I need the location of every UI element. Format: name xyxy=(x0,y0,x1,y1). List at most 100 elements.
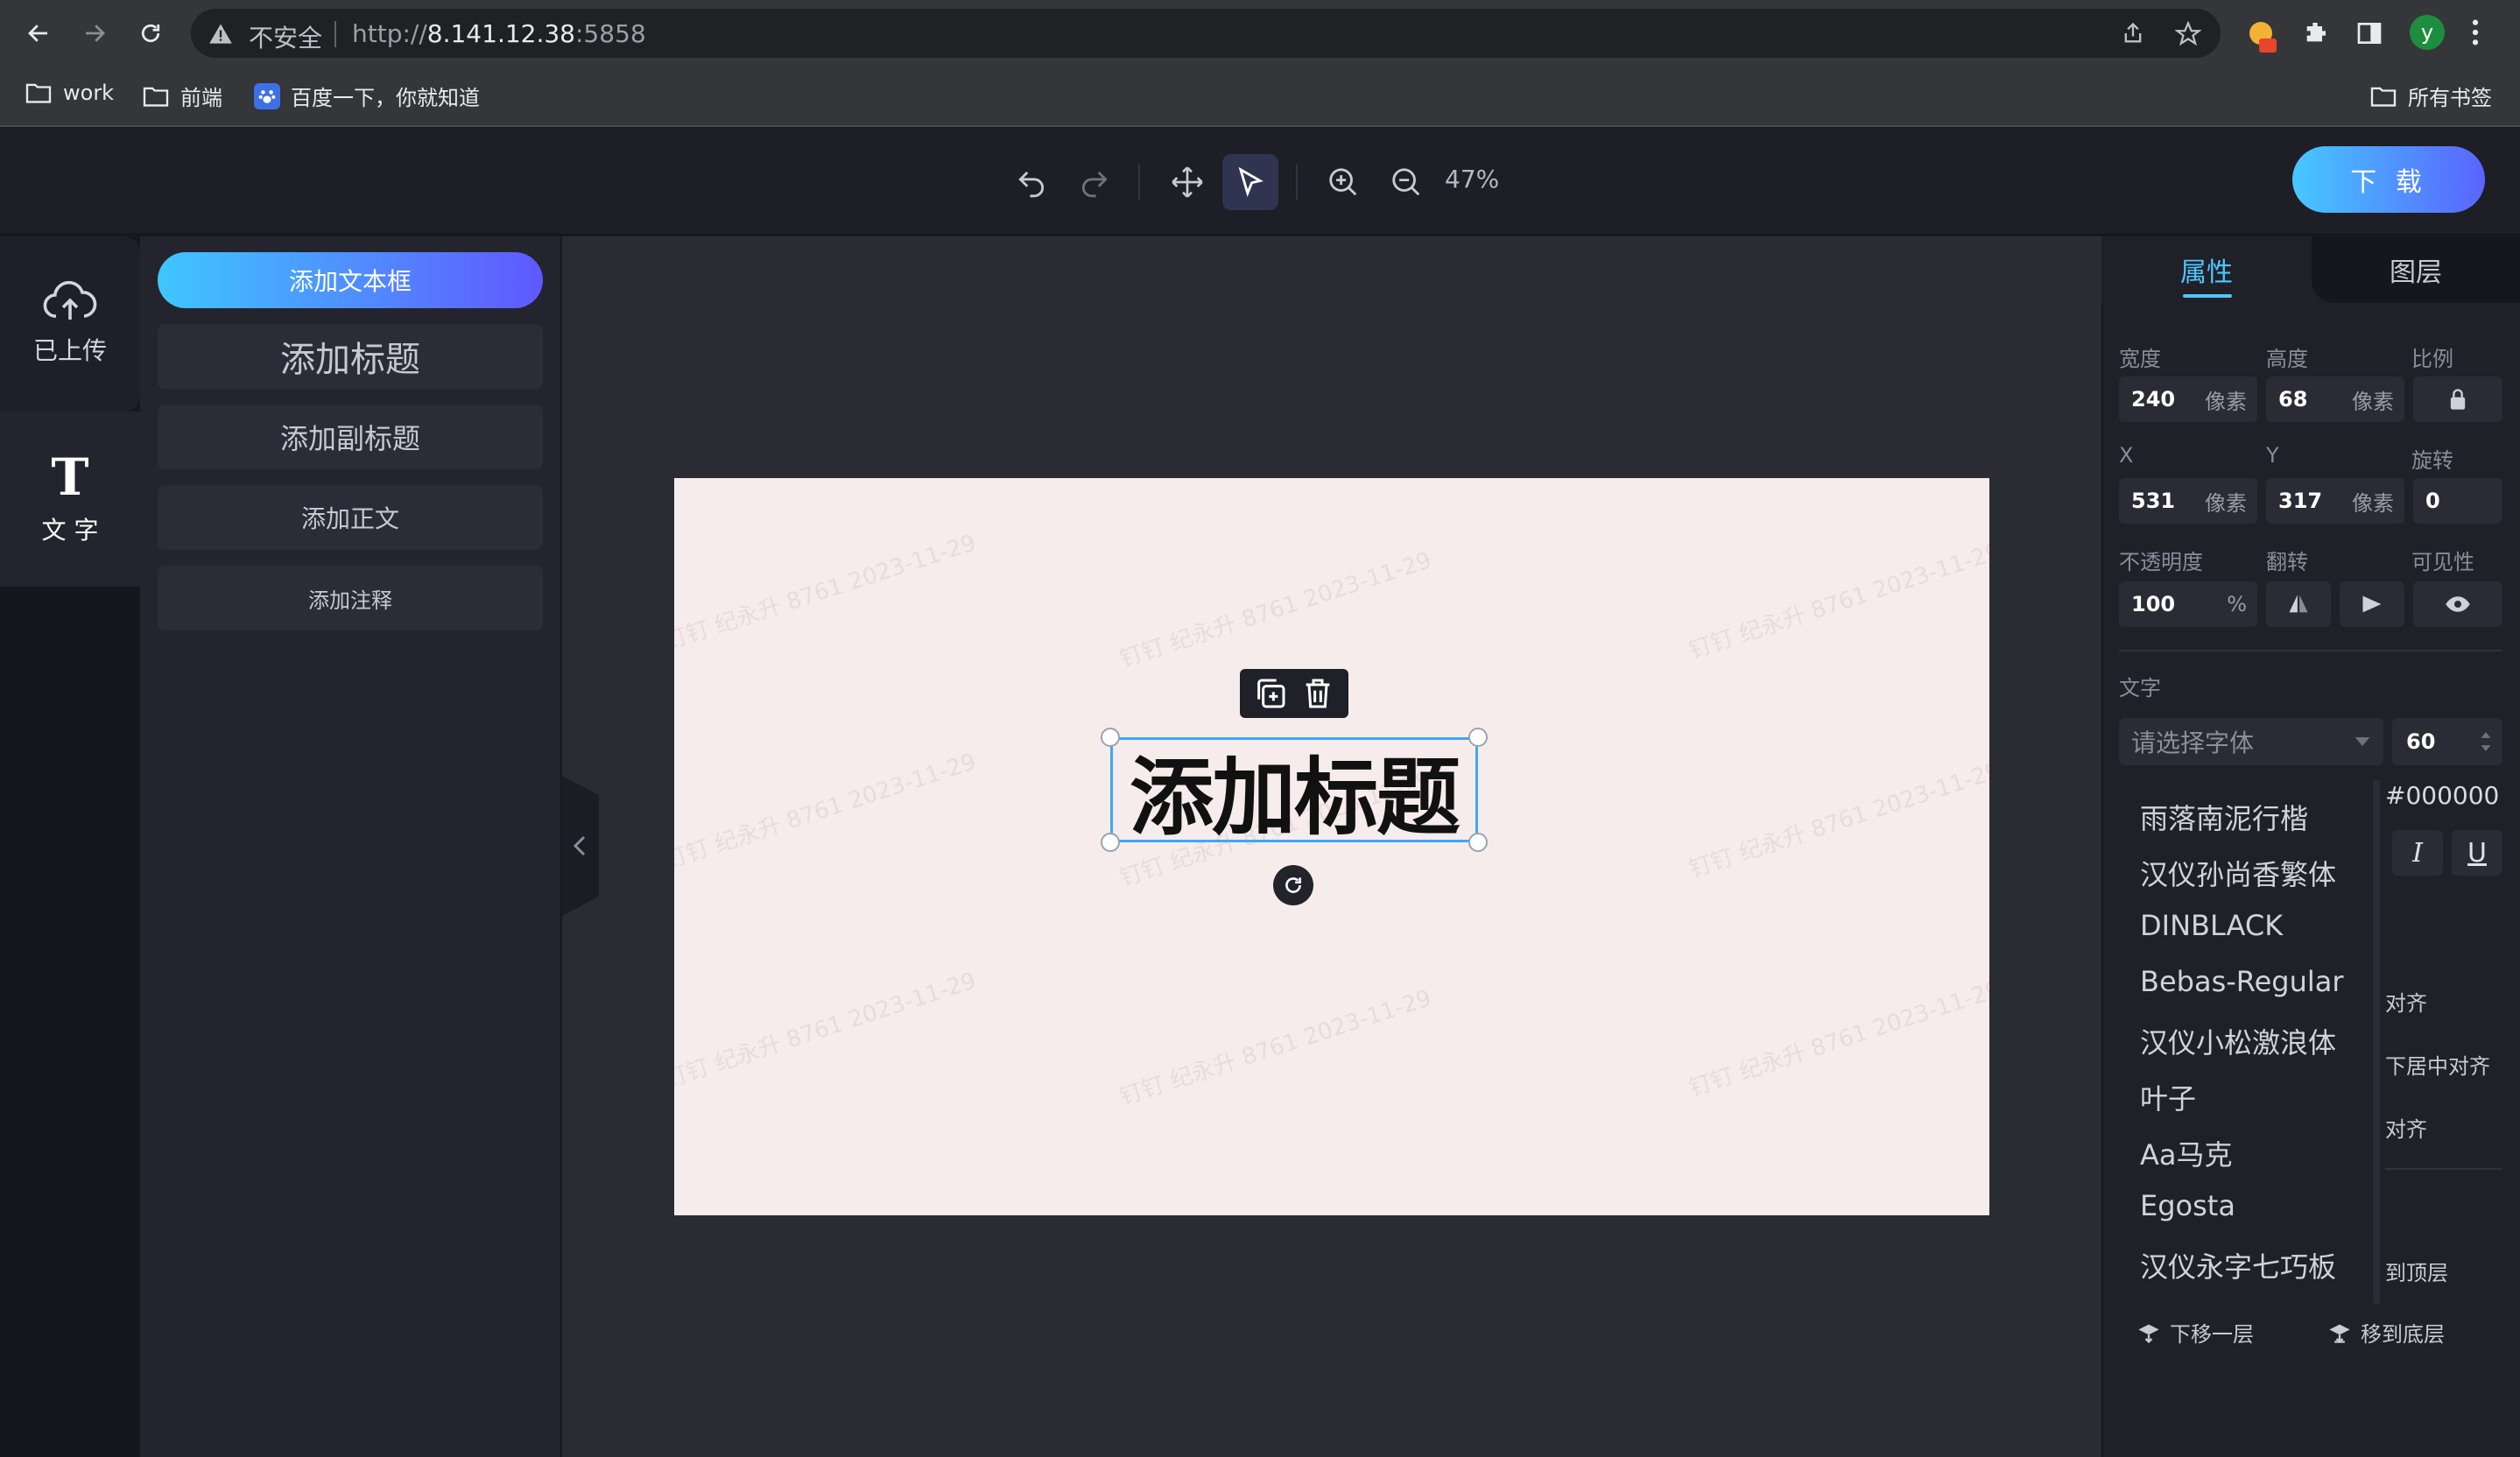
undo-icon xyxy=(1018,171,1045,198)
duplicate-icon[interactable] xyxy=(1253,676,1288,711)
align-option-1[interactable]: 对齐 xyxy=(2385,986,2427,1017)
warning-icon[interactable] xyxy=(208,22,233,45)
side-panel-icon[interactable] xyxy=(2355,19,2383,47)
bring-to-front-button[interactable]: 到顶层 xyxy=(2385,1256,2448,1286)
eye-icon xyxy=(2446,596,2470,612)
address-bar[interactable]: 不安全 http://8.141.12.38:5858 xyxy=(191,9,2221,58)
flip-vertical-icon xyxy=(2362,595,2382,613)
font-option[interactable]: Bebas-Regular xyxy=(2140,965,2344,998)
all-bookmarks[interactable]: 所有书签 xyxy=(2369,81,2492,111)
watermark: 钉钉 纪永升 8761 2023-11-29 xyxy=(1686,538,1989,665)
watermark: 钉钉 纪永升 8761 2023-11-29 xyxy=(674,530,980,656)
collapse-panel-button[interactable] xyxy=(562,776,599,916)
stepper-arrows-icon xyxy=(2481,732,2491,751)
baidu-paw-icon xyxy=(254,82,280,109)
divider xyxy=(334,21,336,47)
bookmark-frontend[interactable]: 前端 xyxy=(142,81,222,111)
bookmark-work[interactable]: work xyxy=(25,81,114,105)
zoom-in-button[interactable] xyxy=(1315,154,1371,210)
opacity-field[interactable]: 100% xyxy=(2119,581,2257,627)
flip-label: 翻转 xyxy=(2266,550,2308,574)
resize-handle[interactable] xyxy=(1101,833,1120,852)
zoom-out-button[interactable] xyxy=(1378,154,1434,210)
redo-button[interactable] xyxy=(1066,154,1123,210)
x-field[interactable]: 531 像素 xyxy=(2119,478,2257,524)
reload-button[interactable] xyxy=(131,14,170,53)
font-option[interactable]: Egosta xyxy=(2140,1189,2235,1222)
color-value[interactable]: #000000 xyxy=(2385,781,2499,810)
font-option[interactable]: DINBLACK xyxy=(2140,909,2283,942)
toolbar-divider xyxy=(1296,165,1298,200)
add-note-button[interactable]: 添加注释 xyxy=(158,566,543,630)
watermark: 钉钉 纪永升 8761 2023-11-29 xyxy=(1686,976,1989,1102)
text-section-label: 文字 xyxy=(2119,676,2161,700)
ratio-lock-button[interactable] xyxy=(2413,377,2502,422)
select-tool-button[interactable] xyxy=(1222,154,1278,210)
ratio-label: 比例 xyxy=(2411,347,2453,371)
add-body-button[interactable]: 添加正文 xyxy=(158,485,543,550)
download-button[interactable]: 下 载 xyxy=(2292,146,2485,213)
chevron-left-icon xyxy=(574,835,586,856)
divider xyxy=(2385,1168,2502,1170)
lock-icon xyxy=(2450,389,2466,410)
align-option-3[interactable]: 对齐 xyxy=(2385,1112,2427,1143)
font-option[interactable]: 汉仪孙尚香繁体 xyxy=(2140,853,2336,893)
width-field[interactable]: 240 像素 xyxy=(2119,377,2257,422)
tab-properties[interactable]: 属性 xyxy=(2101,236,2312,303)
profile-avatar[interactable]: y xyxy=(2410,15,2445,50)
height-field[interactable]: 68 像素 xyxy=(2266,377,2404,422)
opacity-label: 不透明度 xyxy=(2119,550,2203,574)
rail-item-uploaded[interactable]: 已上传 xyxy=(0,236,140,412)
rotate-handle[interactable] xyxy=(1273,865,1313,905)
add-subtitle-button[interactable]: 添加副标题 xyxy=(158,405,543,469)
dropdown-scrollbar[interactable] xyxy=(2373,779,2380,1305)
reload-icon xyxy=(141,24,160,43)
back-button[interactable] xyxy=(19,14,58,53)
move-bottom-button[interactable]: 移到底层 xyxy=(2327,1317,2445,1348)
add-textbox-button[interactable]: 添加文本框 xyxy=(158,252,543,308)
font-dropdown-list: 雨落南泥行楷 汉仪孙尚香繁体 DINBLACK Bebas-Regular 汉仪… xyxy=(2119,779,2380,1305)
watermark: 钉钉 纪永升 8761 2023-11-29 xyxy=(674,968,980,1094)
font-option[interactable]: 汉仪小松激浪体 xyxy=(2140,1021,2336,1061)
selection-box[interactable] xyxy=(1110,737,1478,842)
resize-handle[interactable] xyxy=(1101,728,1120,747)
italic-button[interactable]: I xyxy=(2392,830,2443,876)
undo-button[interactable] xyxy=(1003,154,1059,210)
rail-item-text[interactable]: T 文 字 xyxy=(0,412,140,587)
y-label: Y xyxy=(2266,443,2279,468)
rotate-label: 旋转 xyxy=(2411,448,2453,473)
more-menu-icon[interactable] xyxy=(2469,18,2481,47)
url-text: http://8.141.12.38:5858 xyxy=(352,19,646,48)
font-size-stepper[interactable]: 60 xyxy=(2392,718,2502,765)
font-option[interactable]: Aa马克 xyxy=(2140,1133,2233,1173)
share-icon[interactable] xyxy=(2121,21,2145,46)
align-option-2[interactable]: 下居中对齐 xyxy=(2385,1049,2490,1080)
font-family-select[interactable]: 请选择字体 xyxy=(2119,718,2383,765)
resize-handle[interactable] xyxy=(1468,728,1488,747)
tab-layers[interactable]: 图层 xyxy=(2312,236,2520,303)
font-option[interactable]: 叶子 xyxy=(2140,1077,2196,1117)
forward-button[interactable] xyxy=(75,14,114,53)
font-option[interactable]: 汉仪永字七巧板 xyxy=(2140,1245,2336,1285)
rotate-field[interactable]: 0 xyxy=(2413,478,2502,524)
visibility-toggle[interactable] xyxy=(2413,581,2502,627)
bookmark-star-icon[interactable] xyxy=(2175,21,2201,47)
zoom-in-icon xyxy=(1329,168,1357,196)
bookmark-baidu[interactable]: 百度一下，你就知道 xyxy=(254,81,480,111)
insecure-label: 不安全 xyxy=(249,24,323,53)
text-icon: T xyxy=(51,447,89,507)
trash-icon[interactable] xyxy=(1300,676,1335,711)
add-title-button[interactable]: 添加标题 xyxy=(158,324,543,389)
zoom-level: 47% xyxy=(1445,165,1500,194)
resize-handle[interactable] xyxy=(1468,833,1488,852)
underline-button[interactable]: U xyxy=(2452,830,2502,876)
extensions-puzzle-icon[interactable] xyxy=(2301,19,2329,47)
font-option[interactable]: 雨落南泥行楷 xyxy=(2140,797,2308,837)
extension-icon[interactable] xyxy=(2243,18,2278,56)
flip-horizontal-button[interactable] xyxy=(2266,581,2331,627)
y-field[interactable]: 317 像素 xyxy=(2266,478,2404,524)
toolbar-divider xyxy=(1138,165,1140,200)
move-tool-button[interactable] xyxy=(1159,154,1215,210)
move-down-button[interactable]: 下移一层 xyxy=(2136,1317,2254,1348)
flip-vertical-button[interactable] xyxy=(2340,581,2404,627)
